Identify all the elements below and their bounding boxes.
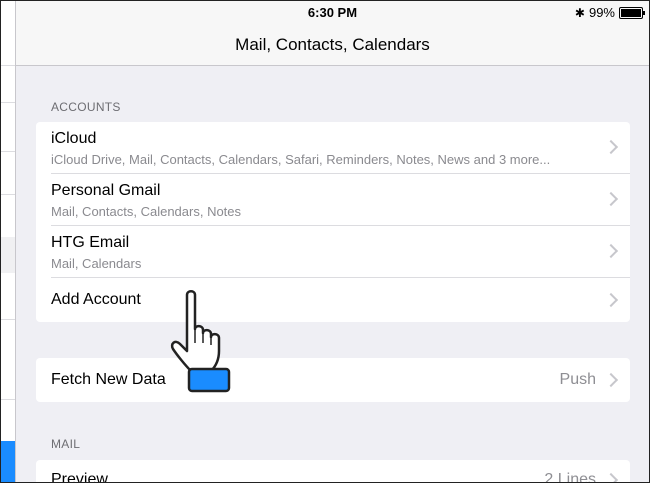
add-account-label: Add Account (51, 291, 141, 308)
page-title: Mail, Contacts, Calendars (235, 35, 430, 54)
chevron-right-icon (603, 372, 619, 388)
status-time: 6:30 PM (307, 5, 358, 20)
account-subtitle: Mail, Calendars (51, 256, 142, 271)
account-row-icloud[interactable]: iCloud iCloud Drive, Mail, Contacts, Cal… (36, 122, 630, 173)
account-subtitle: iCloud Drive, Mail, Contacts, Calendars,… (51, 152, 551, 167)
screen: 6:30 PM ✱ 99% Mail, Contacts, Calendars … (0, 0, 650, 483)
master-row-divider (1, 194, 15, 195)
navigation-bar: Mail, Contacts, Calendars (16, 25, 649, 66)
status-indicators: ✱ 99% (574, 5, 645, 20)
chevron-right-icon (603, 243, 619, 259)
status-bar: 6:30 PM ✱ 99% (16, 1, 649, 25)
fetch-group: Fetch New Data Push (36, 358, 630, 402)
account-title: Personal Gmail (51, 182, 161, 199)
preview-value: 2 Lines (544, 471, 596, 483)
account-subtitle: Mail, Contacts, Calendars, Notes (51, 204, 242, 219)
preview-title: Preview (51, 471, 108, 483)
chevron-right-icon (603, 292, 619, 308)
master-row-divider (1, 102, 15, 103)
battery-percent: 99% (588, 5, 615, 20)
master-row-divider (1, 151, 15, 152)
accounts-group: iCloud iCloud Drive, Mail, Contacts, Cal… (36, 122, 630, 322)
accounts-section-header: ACCOUNTS (51, 100, 121, 114)
bluetooth-icon: ✱ (574, 5, 585, 20)
preview-row[interactable]: Preview 2 Lines (36, 460, 630, 483)
master-row-divider (1, 319, 15, 320)
account-title: HTG Email (51, 234, 130, 251)
master-row-divider (1, 399, 15, 400)
chevron-right-icon (603, 191, 619, 207)
account-row-htg-email[interactable]: HTG Email Mail, Calendars (36, 226, 630, 277)
chevron-right-icon (603, 472, 619, 482)
chevron-right-icon (603, 139, 619, 155)
master-row-divider (1, 65, 15, 66)
hand-pointer-icon (170, 290, 231, 393)
account-row-personal-gmail[interactable]: Personal Gmail Mail, Contacts, Calendars… (36, 174, 630, 225)
fetch-value: Push (559, 371, 596, 388)
master-selected-row[interactable] (1, 441, 15, 482)
fetch-new-data-row[interactable]: Fetch New Data Push (36, 358, 630, 402)
battery-icon (619, 6, 645, 19)
fetch-title: Fetch New Data (51, 371, 166, 388)
master-pane (1, 1, 16, 482)
master-row[interactable] (1, 237, 15, 273)
add-account-button[interactable]: Add Account (36, 278, 630, 322)
mail-section-header: MAIL (51, 437, 81, 451)
mail-group: Preview 2 Lines (36, 460, 630, 483)
account-title: iCloud (51, 130, 97, 147)
